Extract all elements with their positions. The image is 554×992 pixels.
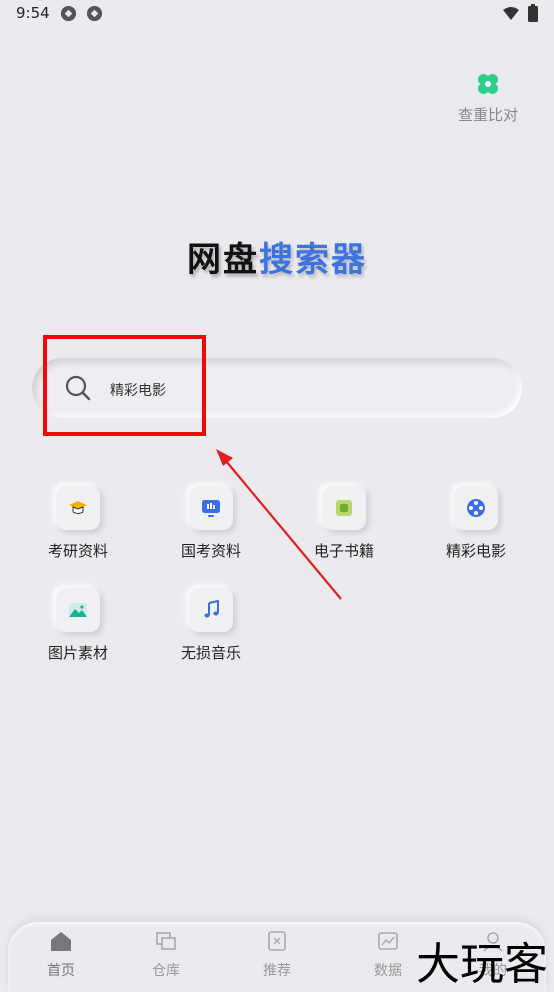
category-kaoyan[interactable]: 考研资料 — [28, 486, 128, 561]
category-ebook[interactable]: 电子书籍 — [294, 486, 394, 561]
category-label: 无损音乐 — [180, 644, 241, 662]
presentation-icon — [189, 486, 233, 530]
home-icon — [51, 932, 71, 951]
film-reel-icon — [454, 486, 498, 530]
nav-label: 仓库 — [152, 963, 180, 979]
graduation-cap-icon — [56, 486, 100, 530]
image-icon — [56, 588, 100, 632]
ebook-icon — [322, 486, 366, 530]
nav-recommend[interactable]: 推荐 — [242, 930, 312, 980]
warehouse-icon — [156, 932, 176, 950]
nav-label: 推荐 — [263, 963, 291, 979]
category-images[interactable]: 图片素材 — [28, 588, 128, 663]
nav-label: 数据 — [374, 963, 402, 979]
category-label: 精彩电影 — [445, 542, 506, 560]
category-movie[interactable]: 精彩电影 — [426, 486, 526, 561]
data-icon — [378, 932, 398, 950]
watermark: 大玩客 — [416, 939, 548, 990]
category-label: 国考资料 — [180, 542, 241, 560]
category-guokao[interactable]: 国考资料 — [161, 486, 261, 561]
category-label: 考研资料 — [47, 542, 108, 560]
category-label: 图片素材 — [47, 644, 108, 662]
recommend-icon — [268, 931, 286, 951]
nav-warehouse[interactable]: 仓库 — [131, 930, 201, 980]
nav-label: 首页 — [47, 963, 75, 979]
nav-home[interactable]: 首页 — [26, 930, 96, 980]
category-music[interactable]: 无损音乐 — [161, 588, 261, 663]
nav-data[interactable]: 数据 — [353, 930, 423, 980]
category-label: 电子书籍 — [313, 542, 374, 560]
music-note-icon — [189, 588, 233, 632]
